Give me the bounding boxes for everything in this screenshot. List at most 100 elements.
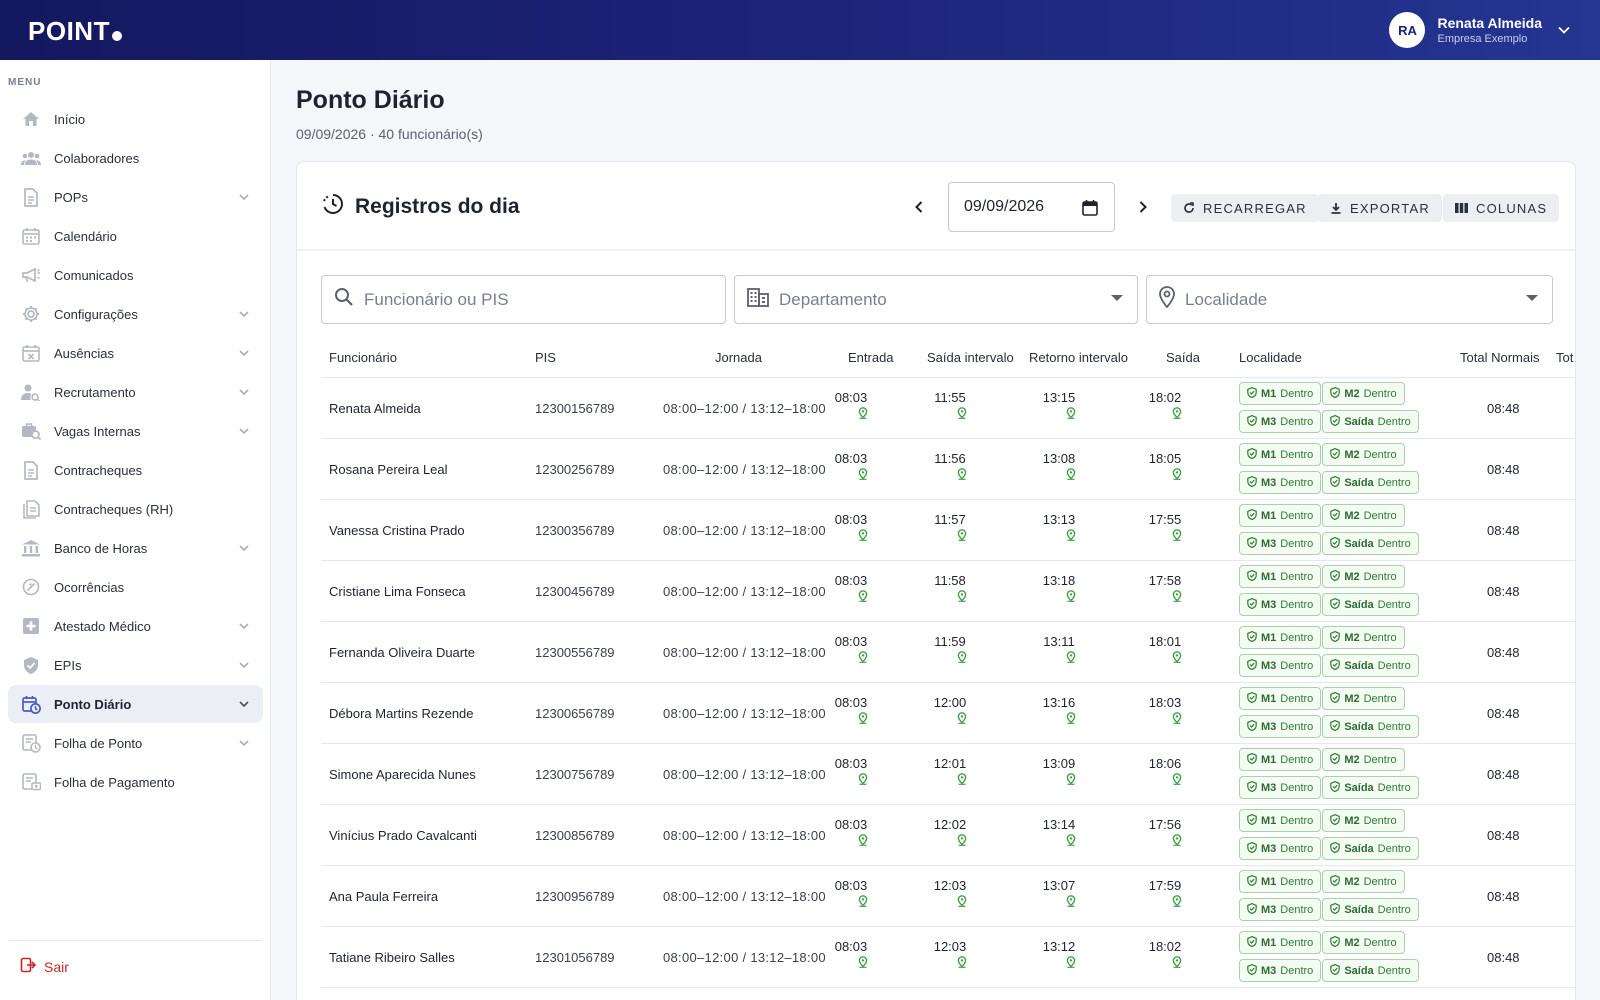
break-out-time[interactable]: 12:03: [930, 878, 970, 907]
entry-time[interactable]: 08:03: [831, 695, 871, 724]
app-logo[interactable]: POINT: [28, 16, 122, 47]
locality-chip[interactable]: M1 Dentro: [1239, 748, 1322, 771]
sidebar-item-recrutamento[interactable]: Recrutamento: [8, 373, 263, 411]
sidebar-item-contracheques-rh[interactable]: Contracheques (RH): [8, 490, 263, 528]
entry-time[interactable]: 08:03: [831, 573, 871, 602]
table-row[interactable]: Tatiane Ribeiro Salles 12301056789 08:00–1…: [321, 927, 1575, 988]
calendar-icon[interactable]: [1082, 199, 1098, 221]
locality-chip[interactable]: M2 Dentro: [1322, 931, 1405, 954]
sidebar-item-configuracoes[interactable]: Configurações: [8, 295, 263, 333]
break-return-time[interactable]: 13:12: [1039, 939, 1079, 968]
sidebar-item-folha-de-pagamento[interactable]: Folha de Pagamento: [8, 763, 263, 801]
locality-chip[interactable]: Saída Dentro: [1322, 837, 1419, 860]
locality-chip[interactable]: M3 Dentro: [1239, 898, 1322, 921]
locality-chip[interactable]: M1 Dentro: [1239, 443, 1322, 466]
sidebar-item-ocorrencias[interactable]: Ocorrências: [8, 568, 263, 606]
entry-time[interactable]: 08:03: [831, 634, 871, 663]
exit-time[interactable]: 18:05: [1145, 451, 1185, 480]
entry-time[interactable]: 08:03: [831, 939, 871, 968]
exit-time[interactable]: 18:02: [1145, 390, 1185, 419]
locality-chip[interactable]: Saída Dentro: [1322, 532, 1419, 555]
locality-chip[interactable]: M2 Dentro: [1322, 382, 1405, 405]
header-total-normais[interactable]: Total Normais: [1460, 350, 1539, 365]
export-button[interactable]: EXPORTAR: [1318, 194, 1442, 222]
header-total-extra[interactable]: Tot: [1556, 350, 1573, 365]
sidebar-item-contracheques[interactable]: Contracheques: [8, 451, 263, 489]
entry-time[interactable]: 08:03: [831, 756, 871, 785]
locality-chip[interactable]: M2 Dentro: [1322, 748, 1405, 771]
locality-chip[interactable]: M2 Dentro: [1322, 626, 1405, 649]
entry-time[interactable]: 08:03: [831, 390, 871, 419]
entry-time[interactable]: 08:03: [831, 512, 871, 541]
exit-time[interactable]: 18:06: [1145, 756, 1185, 785]
header-jornada[interactable]: Jornada: [715, 350, 762, 365]
previous-day-button[interactable]: [909, 197, 929, 217]
sidebar-item-ponto-diario[interactable]: Ponto Diário: [8, 685, 263, 723]
sidebar-item-banco-de-horas[interactable]: Banco de Horas: [8, 529, 263, 567]
break-return-time[interactable]: 13:09: [1039, 756, 1079, 785]
exit-time[interactable]: 17:58: [1145, 573, 1185, 602]
break-return-time[interactable]: 13:16: [1039, 695, 1079, 724]
table-row[interactable]: Vanessa Cristina Prado 12300356789 08:00–1…: [321, 500, 1575, 561]
locality-chip[interactable]: M1 Dentro: [1239, 565, 1322, 588]
logout-button[interactable]: Sair: [20, 957, 69, 976]
sidebar-item-pops[interactable]: POPs: [8, 178, 263, 216]
locality-chip[interactable]: M1 Dentro: [1239, 626, 1322, 649]
exit-time[interactable]: 17:56: [1145, 817, 1185, 846]
header-pis[interactable]: PIS: [535, 350, 556, 365]
table-row[interactable]: Fernanda Oliveira Duarte 12300556789 08:00…: [321, 622, 1575, 683]
locality-chip[interactable]: M3 Dentro: [1239, 471, 1322, 494]
table-row[interactable]: Rosana Pereira Leal 12300256789 08:00–12:0…: [321, 439, 1575, 500]
exit-time[interactable]: 18:01: [1145, 634, 1185, 663]
locality-chip[interactable]: M2 Dentro: [1322, 504, 1405, 527]
break-out-time[interactable]: 11:59: [930, 634, 970, 663]
locality-chip[interactable]: Saída Dentro: [1322, 715, 1419, 738]
locality-chip[interactable]: M1 Dentro: [1239, 382, 1322, 405]
locality-chip[interactable]: Saída Dentro: [1322, 654, 1419, 677]
locality-chip[interactable]: M3 Dentro: [1239, 776, 1322, 799]
next-day-button[interactable]: [1133, 197, 1153, 217]
locality-chip[interactable]: Saída Dentro: [1322, 898, 1419, 921]
header-entrada[interactable]: Entrada: [848, 350, 894, 365]
locality-chip[interactable]: M2 Dentro: [1322, 809, 1405, 832]
user-menu[interactable]: RA Renata Almeida Empresa Exemplo: [1389, 12, 1570, 48]
locality-chip[interactable]: Saída Dentro: [1322, 776, 1419, 799]
table-row[interactable]: Cristiane Lima Fonseca 12300456789 08:00–1…: [321, 561, 1575, 622]
header-funcionario[interactable]: Funcionário: [329, 350, 397, 365]
locality-chip[interactable]: Saída Dentro: [1322, 471, 1419, 494]
sidebar-item-colaboradores[interactable]: Colaboradores: [8, 139, 263, 177]
sidebar-item-vagas-internas[interactable]: Vagas Internas: [8, 412, 263, 450]
table-row[interactable]: Simone Aparecida Nunes 12300756789 08:00–1…: [321, 744, 1575, 805]
locality-chip[interactable]: M1 Dentro: [1239, 504, 1322, 527]
break-return-time[interactable]: 13:14: [1039, 817, 1079, 846]
break-out-time[interactable]: 11:55: [930, 390, 970, 419]
entry-time[interactable]: 08:03: [831, 878, 871, 907]
locality-chip[interactable]: Saída Dentro: [1322, 410, 1419, 433]
locality-chip[interactable]: Saída Dentro: [1322, 959, 1419, 982]
sidebar-item-comunicados[interactable]: Comunicados: [8, 256, 263, 294]
break-return-time[interactable]: 13:15: [1039, 390, 1079, 419]
locality-chip[interactable]: Saída Dentro: [1322, 593, 1419, 616]
exit-time[interactable]: 17:59: [1145, 878, 1185, 907]
locality-chip[interactable]: M2 Dentro: [1322, 687, 1405, 710]
table-row[interactable]: Vinícius Prado Cavalcanti 12300856789 08:0…: [321, 805, 1575, 866]
sidebar-item-ausencias[interactable]: Ausências: [8, 334, 263, 372]
locality-chip[interactable]: M3 Dentro: [1239, 654, 1322, 677]
sidebar-item-atestado-medico[interactable]: Atestado Médico: [8, 607, 263, 645]
break-return-time[interactable]: 13:11: [1039, 634, 1079, 663]
table-row[interactable]: Débora Martins Rezende 12300656789 08:00–1…: [321, 683, 1575, 744]
break-return-time[interactable]: 13:07: [1039, 878, 1079, 907]
exit-time[interactable]: 18:02: [1145, 939, 1185, 968]
header-localidade[interactable]: Localidade: [1239, 350, 1302, 365]
header-saida[interactable]: Saída: [1166, 350, 1200, 365]
break-return-time[interactable]: 13:18: [1039, 573, 1079, 602]
break-out-time[interactable]: 11:56: [930, 451, 970, 480]
header-saida-intervalo[interactable]: Saída intervalo: [927, 350, 1014, 365]
header-retorno-intervalo[interactable]: Retorno intervalo: [1029, 350, 1128, 365]
department-select[interactable]: Departamento: [734, 275, 1138, 324]
locality-chip[interactable]: M2 Dentro: [1322, 443, 1405, 466]
locality-chip[interactable]: M1 Dentro: [1239, 870, 1322, 893]
reload-button[interactable]: RECARREGAR: [1171, 194, 1319, 222]
sidebar-item-inicio[interactable]: Início: [8, 100, 263, 138]
exit-time[interactable]: 17:55: [1145, 512, 1185, 541]
